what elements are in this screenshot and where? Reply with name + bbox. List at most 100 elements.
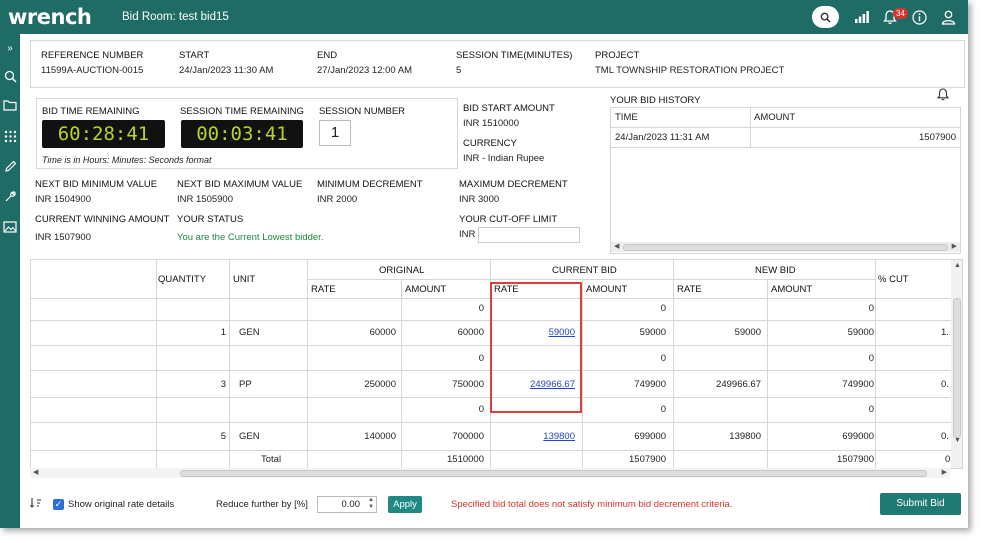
- col-new-rate[interactable]: RATE: [677, 284, 702, 295]
- show-original-rate-label: Show original rate details: [68, 499, 175, 510]
- cell-new-amount: 59000: [847, 327, 874, 338]
- cell-new-rate[interactable]: 249966.67: [716, 379, 761, 390]
- bid-start-amount-value: INR 1510000: [463, 118, 519, 129]
- your-status-label: YOUR STATUS: [177, 214, 244, 225]
- col-percent-cut[interactable]: % CUT: [878, 274, 909, 285]
- currency-value: INR - Indian Rupee: [463, 153, 545, 164]
- signal-bars-icon[interactable]: [853, 8, 871, 26]
- scroll-left-arrow-icon[interactable]: ◀: [614, 242, 619, 250]
- total-current-amount: 1507900: [629, 454, 666, 465]
- double-chevron-right-icon[interactable]: »: [2, 40, 18, 56]
- end-label: END: [317, 50, 338, 61]
- scroll-right-arrow-icon[interactable]: ▶: [942, 468, 947, 476]
- grid-icon[interactable]: [2, 128, 18, 144]
- session-time-remaining-label: SESSION TIME REMAINING: [180, 106, 304, 117]
- history-amount: 1507900: [919, 132, 956, 143]
- cell-new-rate[interactable]: 139800: [729, 431, 761, 442]
- bid-history-header: TIME AMOUNT: [611, 108, 960, 128]
- col-original-rate[interactable]: RATE: [311, 284, 336, 295]
- user-icon[interactable]: [939, 8, 957, 26]
- current-rate-link[interactable]: 139800: [543, 431, 575, 442]
- col-group-current-bid: CURRENT BID: [552, 265, 617, 276]
- col-quantity[interactable]: QUANTITY: [158, 274, 206, 285]
- search-nav-icon[interactable]: [2, 68, 18, 84]
- history-time: 24/Jan/2023 11:31 AM: [615, 132, 710, 143]
- submit-bid-button[interactable]: Submit Bid: [880, 493, 961, 515]
- cell-current-amount: 0: [660, 303, 666, 314]
- cell-quantity: 5: [220, 431, 226, 442]
- cell-original-rate: 60000: [369, 327, 396, 338]
- sort-icon[interactable]: [30, 497, 42, 512]
- project-label: PROJECT: [595, 50, 640, 61]
- cell-unit: GEN: [239, 327, 260, 338]
- cell-current-amount: 0: [660, 404, 666, 415]
- table-row: 24/Jan/2023 11:31 AM 1507900: [611, 128, 960, 148]
- min-decrement-label: MINIMUM DECREMENT: [317, 179, 423, 190]
- folder-icon[interactable]: [2, 97, 18, 113]
- cell-original-amount: 700000: [452, 431, 484, 442]
- next-bid-max-label: NEXT BID MAXIMUM VALUE: [177, 179, 303, 190]
- history-col-time: TIME: [615, 112, 638, 123]
- cutoff-limit-input[interactable]: [478, 227, 580, 243]
- total-percent-cut: 0: [945, 454, 951, 465]
- cell-current-amount: 59000: [639, 327, 666, 338]
- start-value: 24/Jan/2023 11:30 AM: [179, 65, 274, 76]
- your-status-value: You are the Current Lowest bidder.: [177, 232, 324, 243]
- scroll-right-arrow-icon[interactable]: ▶: [952, 242, 957, 250]
- info-icon[interactable]: [910, 8, 928, 26]
- min-decrement-value: INR 2000: [317, 194, 358, 205]
- scroll-down-arrow-icon[interactable]: ▼: [954, 437, 961, 444]
- bid-start-amount-label: BID START AMOUNT: [463, 103, 555, 114]
- reduce-further-label: Reduce further by [%]: [216, 499, 308, 510]
- time-format-note: Time is in Hours: Minutes: Seconds forma…: [42, 155, 212, 165]
- cell-percent-cut: 0.: [941, 379, 949, 390]
- validation-error-message: Specified bid total does not satisfy min…: [451, 499, 733, 510]
- max-decrement-value: INR 3000: [459, 194, 500, 205]
- bell-outline-icon[interactable]: [936, 88, 950, 104]
- bid-items-table: QUANTITY UNIT ORIGINAL CURRENT BID NEW B…: [30, 259, 963, 469]
- cell-new-amount: 0: [868, 353, 874, 364]
- cell-current-amount: 699000: [634, 431, 666, 442]
- pencil-icon[interactable]: [2, 158, 18, 174]
- scroll-up-arrow-icon[interactable]: ▲: [954, 262, 961, 269]
- project-value: TML TOWNSHIP RESTORATION PROJECT: [595, 65, 785, 76]
- cell-new-amount: 749900: [842, 379, 874, 390]
- scroll-left-arrow-icon[interactable]: ◀: [33, 468, 38, 476]
- bid-history-table: TIME AMOUNT 24/Jan/2023 11:31 AM 1507900…: [610, 107, 961, 254]
- table-horizontal-scrollbar[interactable]: ◀ ▶: [30, 468, 950, 478]
- col-new-amount[interactable]: AMOUNT: [771, 284, 812, 295]
- start-label: START: [179, 50, 210, 61]
- cell-new-rate[interactable]: 59000: [735, 327, 761, 338]
- left-nav-rail: »: [0, 34, 20, 528]
- search-button[interactable]: [812, 6, 839, 28]
- search-icon: [820, 12, 831, 23]
- next-bid-min-label: NEXT BID MINIMUM VALUE: [35, 179, 158, 190]
- cell-current-amount: 749900: [634, 379, 666, 390]
- cell-current-amount: 0: [660, 353, 666, 364]
- table-vertical-scrollbar[interactable]: ▲ ▼: [951, 260, 962, 468]
- cell-new-amount: 699000: [842, 431, 874, 442]
- history-horizontal-scrollbar[interactable]: ◀ ▶: [611, 242, 960, 252]
- cell-original-rate: 250000: [364, 379, 396, 390]
- cell-original-amount: 0: [478, 353, 484, 364]
- session-time-label: SESSION TIME(MINUTES): [456, 50, 573, 61]
- cell-original-amount: 750000: [452, 379, 484, 390]
- reduce-percent-stepper[interactable]: ▲ ▼: [366, 497, 376, 512]
- next-bid-min-value: INR 1504900: [35, 194, 91, 205]
- reference-number-value: 11599A-AUCTION-0015: [41, 65, 144, 76]
- show-original-rate-checkbox[interactable]: ✓: [53, 499, 64, 510]
- apply-button[interactable]: Apply: [388, 496, 422, 513]
- cell-original-rate: 140000: [364, 431, 396, 442]
- cell-percent-cut: 1.: [941, 327, 949, 338]
- image-icon[interactable]: [2, 219, 18, 235]
- cell-percent-cut: 0.: [941, 431, 949, 442]
- cutoff-limit-label: YOUR CUT-OFF LIMIT: [459, 214, 558, 225]
- wrench-icon[interactable]: [2, 188, 18, 204]
- session-info-panel: [30, 40, 965, 88]
- next-bid-max-value: INR 1505900: [177, 194, 233, 205]
- col-current-amount[interactable]: AMOUNT: [586, 284, 627, 295]
- session-number-value: 1: [319, 120, 351, 146]
- current-winning-value: INR 1507900: [35, 232, 91, 243]
- col-unit[interactable]: UNIT: [233, 274, 255, 285]
- col-original-amount[interactable]: AMOUNT: [405, 284, 446, 295]
